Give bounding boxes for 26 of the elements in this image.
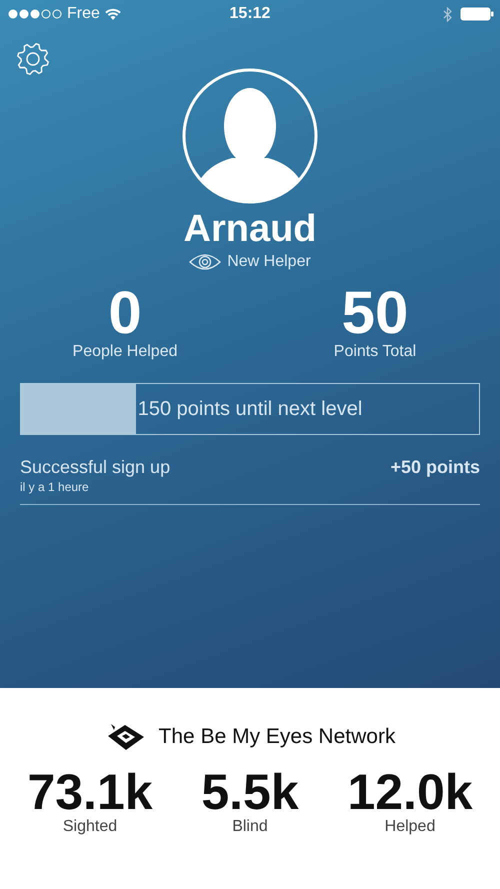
- network-title: The Be My Eyes Network: [158, 725, 396, 749]
- activity-points: +50 points: [390, 457, 480, 479]
- stat-label: People Helped: [72, 343, 178, 361]
- wifi-icon: [104, 8, 121, 20]
- activity-time: il y a 1 heure: [20, 480, 90, 494]
- stat-value: 50: [342, 283, 408, 343]
- network-stat-label: Sighted: [62, 818, 118, 836]
- signal-icon: [8, 9, 62, 19]
- carrier-name: Free: [67, 5, 100, 23]
- stat-label: Points Total: [334, 343, 416, 361]
- network-stat-value: 12.0k: [347, 766, 473, 818]
- network-stat-value: 73.1k: [27, 766, 153, 818]
- settings-icon[interactable]: [16, 42, 50, 76]
- status-time: 15:12: [228, 5, 272, 23]
- bluetooth-icon: [443, 6, 452, 22]
- eye-icon: [189, 253, 222, 271]
- avatar-icon: [182, 68, 318, 204]
- network-stat-value: 5.5k: [201, 766, 299, 818]
- network-stat-label: Blind: [232, 818, 268, 836]
- progress-label: 150 points until next level: [138, 398, 362, 420]
- rank-label: New Helper: [227, 253, 311, 271]
- battery-icon: [460, 7, 494, 21]
- stat-value: 0: [108, 283, 142, 343]
- user-name: Arnaud: [182, 208, 318, 251]
- activity-title: Successful sign up: [20, 457, 172, 478]
- network-stat-label: Helped: [384, 818, 436, 836]
